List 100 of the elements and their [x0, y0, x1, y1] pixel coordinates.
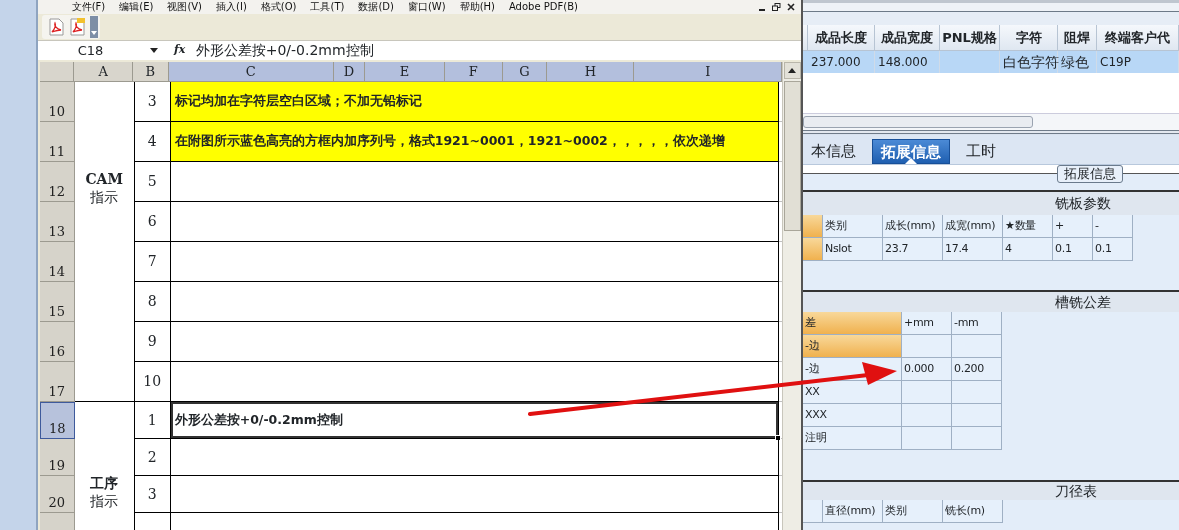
row-header[interactable]: 13: [39, 202, 75, 242]
table-cell: 23.7: [883, 238, 943, 261]
row-header[interactable]: 10: [39, 82, 75, 122]
table-cell[interactable]: [169, 162, 779, 202]
table-cell[interactable]: XX: [803, 381, 902, 404]
table-cell: [952, 404, 1002, 427]
column-header: 差: [803, 312, 902, 335]
section-title: 槽铣公差: [803, 290, 1179, 312]
table-cell: 7: [133, 242, 170, 282]
row-header[interactable]: 19: [39, 439, 75, 476]
column-header[interactable]: E: [364, 62, 446, 82]
table-cell: [902, 335, 952, 358]
table-cell: 5: [133, 162, 170, 202]
scroll-thumb[interactable]: [783, 81, 801, 231]
column-header: -mm: [952, 312, 1002, 335]
tab[interactable]: 本信息: [803, 139, 864, 164]
column-header[interactable]: 成品长度: [808, 25, 875, 50]
table-cell[interactable]: 外形公差按+0/-0.2mm控制: [169, 402, 779, 439]
menu-item[interactable]: 数据(D): [358, 1, 408, 13]
overflow-button[interactable]: [89, 16, 98, 38]
column-header: +: [1053, 215, 1093, 238]
corner-cell[interactable]: [39, 62, 75, 82]
close-icon[interactable]: [787, 3, 795, 11]
column-header[interactable]: D: [334, 62, 365, 82]
table-cell: 0.200: [952, 358, 1002, 381]
column-header[interactable]: 终端客户代: [1097, 25, 1179, 50]
group-title: 拓展信息: [1057, 165, 1123, 183]
column-header: 成宽(mm): [943, 215, 1003, 238]
caret-icon[interactable]: [149, 48, 158, 53]
document-icon[interactable]: [47, 18, 65, 36]
table-cell[interactable]: [169, 282, 779, 322]
row-header[interactable]: 12: [39, 162, 75, 202]
table-cell[interactable]: [169, 242, 779, 282]
table-cell: [952, 427, 1002, 450]
table-cell[interactable]: [803, 238, 823, 261]
table-cell[interactable]: [169, 322, 779, 362]
scroll-thumb[interactable]: [803, 116, 1033, 128]
table-cell: [952, 381, 1002, 404]
column-header[interactable]: F: [445, 62, 503, 82]
menu-item[interactable]: Adobe PDF(B): [508, 1, 592, 13]
scrollbar[interactable]: [782, 62, 801, 530]
table-cell[interactable]: [169, 362, 779, 402]
row-header[interactable]: 15: [39, 282, 75, 322]
column-header[interactable]: B: [132, 62, 169, 82]
table-cell: 0.1: [1053, 238, 1093, 261]
fill-handle[interactable]: [774, 435, 781, 441]
row-header[interactable]: 17: [39, 362, 75, 402]
section-title: 铣板参数: [803, 190, 1179, 215]
formula-field[interactable]: 外形公差按+0/-0.2mm控制: [191, 40, 801, 61]
menu-item[interactable]: 格式(O): [260, 1, 311, 13]
table-cell: 3: [133, 476, 170, 513]
row-header[interactable]: 14: [39, 242, 75, 282]
menu-item[interactable]: 工具(T): [310, 1, 359, 13]
restore-icon[interactable]: [772, 3, 781, 11]
menu-item[interactable]: 帮助(H): [459, 1, 509, 13]
table-cell: 17.4: [943, 238, 1003, 261]
table-cell[interactable]: [169, 202, 779, 242]
table-cell[interactable]: -边: [803, 335, 902, 358]
section-title: 刀径表: [803, 480, 1179, 500]
table-cell[interactable]: 在附图所示蓝色高亮的方框内加序列号，格式1921~0001，1921~0002，，，，，依次递增: [169, 122, 779, 162]
table-cell: [952, 335, 1002, 358]
column-header[interactable]: 字符: [1000, 25, 1058, 50]
column-header[interactable]: 成品宽度: [875, 25, 940, 50]
table-cell: [902, 427, 952, 450]
menu-item[interactable]: 文件(F): [71, 1, 120, 13]
column-header[interactable]: I: [634, 62, 783, 82]
document-icon[interactable]: [68, 18, 86, 36]
table-cell: 1: [133, 402, 170, 439]
column-header[interactable]: C: [168, 62, 335, 82]
menu-item[interactable]: 插入(I): [216, 1, 261, 13]
table-cell[interactable]: [169, 476, 779, 513]
column-header[interactable]: 阻焊: [1058, 25, 1097, 50]
function-button[interactable]: fx: [157, 42, 192, 59]
table-cell: 2: [133, 439, 170, 476]
table-cell[interactable]: [169, 439, 779, 476]
row-header[interactable]: 20: [39, 476, 75, 513]
column-header[interactable]: G: [502, 62, 548, 82]
row-header[interactable]: 16: [39, 322, 75, 362]
tab[interactable]: 工时: [958, 139, 1004, 164]
table-cell[interactable]: XXX: [803, 404, 902, 427]
tab[interactable]: 拓展信息: [872, 139, 950, 164]
table-cell[interactable]: 标记均加在字符层空白区域；不加无铅标记: [169, 82, 779, 122]
column-header[interactable]: H: [547, 62, 635, 82]
column-header[interactable]: PNL规格: [940, 25, 1000, 50]
column-header[interactable]: A: [74, 62, 133, 82]
column-header: 铣长(m): [943, 500, 1003, 523]
column-header: 成长(mm): [883, 215, 943, 238]
menu-item[interactable]: 窗口(W): [407, 1, 460, 13]
column-header: ★数量: [1003, 215, 1053, 238]
table-cell: 4: [133, 122, 170, 162]
row-header[interactable]: 11: [39, 122, 75, 162]
name-box[interactable]: C18: [37, 40, 150, 61]
table-row[interactable]: 237.000 148.000 白色字符绿色 C19P: [803, 51, 1179, 73]
scroll-up-button[interactable]: [783, 62, 801, 79]
column-header: 直径(mm): [823, 500, 883, 523]
scrollbar[interactable]: [803, 113, 1179, 130]
table-cell[interactable]: 注明: [803, 427, 902, 450]
menu-item[interactable]: 视图(V): [167, 1, 217, 13]
row-header[interactable]: 18: [39, 402, 75, 439]
menu-item[interactable]: 编辑(E): [119, 1, 168, 13]
